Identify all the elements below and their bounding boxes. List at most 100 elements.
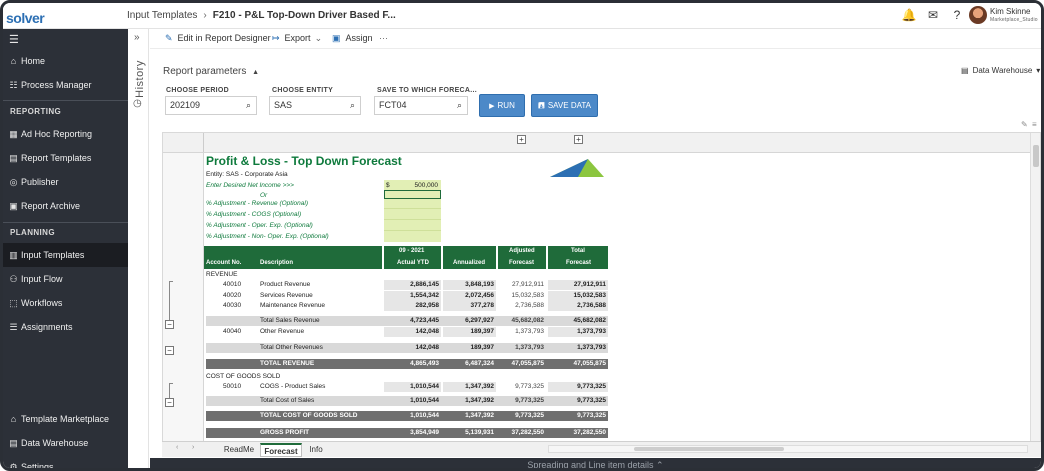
- account-number-cell: 50010: [223, 383, 242, 390]
- sidebar-item-report-archive[interactable]: ▣ Report Archive: [3, 194, 128, 218]
- save-to-field[interactable]: FCT04 ⌕: [374, 96, 468, 115]
- tab-nav-first-icon[interactable]: ‹: [176, 444, 178, 451]
- export-button[interactable]: ↦ Export ⌄: [272, 33, 322, 44]
- annualized-cell: 189,397: [470, 344, 495, 351]
- search-icon[interactable]: ⌕: [350, 97, 355, 114]
- run-button[interactable]: ▶ RUN: [479, 94, 525, 117]
- help-icon[interactable]: ?: [949, 7, 965, 23]
- data-warehouse-selector[interactable]: ▤ Data Warehouse ▾: [961, 66, 1040, 75]
- edit-in-designer-button[interactable]: ✎ Edit in Report Designer: [165, 33, 271, 44]
- prompt-adj-nonopex: % Adjustment - Non- Oper. Exp. (Optional…: [206, 233, 329, 240]
- sidebar-item-home[interactable]: ⌂ Home: [3, 49, 128, 73]
- sidebar-item-settings[interactable]: ⚙ Settings: [3, 455, 128, 468]
- details-footer-bar[interactable]: Spreading and Line item details ⌃: [150, 458, 1041, 470]
- adj-opex-input[interactable]: [384, 221, 441, 231]
- sidebar-item-data-warehouse[interactable]: ▤ Data Warehouse: [3, 431, 128, 455]
- expand-column-icon[interactable]: +: [574, 135, 583, 144]
- breadcrumb-parent[interactable]: Input Templates: [127, 10, 197, 21]
- sidebar-divider: [3, 100, 128, 101]
- collapse-group-icon[interactable]: −: [165, 320, 174, 329]
- entity-field[interactable]: SAS ⌕: [269, 96, 361, 115]
- chevron-up-icon: ⌃: [656, 460, 664, 470]
- adj-revenue-input[interactable]: [384, 199, 441, 209]
- actual-ytd-cell: 1,010,544: [410, 383, 439, 390]
- expand-column-icon[interactable]: +: [517, 135, 526, 144]
- edit-sheet-icon[interactable]: ✎: [1021, 120, 1028, 129]
- adjusted-forecast-cell[interactable]: 9,773,325: [498, 412, 544, 419]
- adjusted-forecast-cell[interactable]: 1,373,793: [498, 344, 544, 351]
- more-button[interactable]: ···: [379, 33, 388, 43]
- grid-options-icon[interactable]: ≡: [1032, 120, 1037, 129]
- sidebar-item-publisher[interactable]: ◎ Publisher: [3, 170, 128, 194]
- clock-icon[interactable]: ◷: [133, 98, 142, 109]
- pencil-icon: ✎: [165, 33, 173, 43]
- search-icon[interactable]: ⌕: [246, 97, 251, 114]
- period-label: CHOOSE PERIOD: [166, 87, 230, 94]
- sidebar-section-planning: PLANNING: [10, 228, 55, 237]
- collapse-group-icon[interactable]: −: [165, 346, 174, 355]
- hamburger-icon[interactable]: ☰: [9, 33, 19, 46]
- export-icon: ↦: [272, 33, 280, 43]
- sidebar-item-input-flow[interactable]: ⚇ Input Flow: [3, 267, 128, 291]
- user-name[interactable]: Kim Skinne: [990, 7, 1040, 16]
- horizontal-scrollbar[interactable]: [548, 445, 1028, 453]
- adjusted-forecast-cell[interactable]: 47,055,875: [498, 360, 544, 367]
- sidebar-item-input-templates[interactable]: ▥ Input Templates: [3, 243, 128, 267]
- tab-readme[interactable]: ReadMe: [216, 443, 262, 457]
- actual-ytd-cell: 1,010,544: [410, 397, 439, 404]
- tab-nav-next-icon[interactable]: ›: [192, 444, 194, 451]
- description-cell: TOTAL REVENUE: [260, 360, 315, 367]
- adjusted-forecast-cell[interactable]: 45,682,082: [498, 317, 544, 324]
- selected-cell[interactable]: [384, 190, 441, 199]
- total-forecast-cell: 47,055,875: [573, 360, 606, 367]
- app-window: solver Input Templates › F210 - P&L Top-Do…: [0, 0, 1044, 471]
- report-title: Profit & Loss - Top Down Forecast: [206, 154, 402, 168]
- save-data-button[interactable]: 🖪 SAVE DATA: [531, 94, 598, 117]
- adj-nonopex-input[interactable]: [384, 232, 441, 242]
- adjusted-forecast-cell[interactable]: 1,373,793: [498, 328, 544, 335]
- tab-forecast[interactable]: Forecast: [260, 443, 302, 457]
- solver-triangle-logo: [550, 159, 604, 177]
- collapse-group-icon[interactable]: −: [165, 398, 174, 407]
- sidebar-item-template-marketplace[interactable]: ⌂ Template Marketplace: [3, 407, 128, 431]
- total-forecast-cell: 9,773,325: [577, 383, 606, 390]
- bell-icon[interactable]: 🔔: [901, 7, 917, 23]
- adjusted-forecast-cell[interactable]: 15,032,583: [498, 292, 544, 299]
- adjusted-forecast-cell[interactable]: 9,773,325: [498, 383, 544, 390]
- database-icon: ▤: [961, 66, 969, 75]
- chat-icon[interactable]: ✉: [925, 7, 941, 23]
- actual-ytd-cell: 282,958: [415, 302, 440, 309]
- avatar[interactable]: [969, 6, 987, 24]
- period-field[interactable]: 202109 ⌕: [165, 96, 257, 115]
- scroll-thumb[interactable]: [1033, 145, 1039, 167]
- header-total-forecast: Forecast: [566, 260, 592, 266]
- sidebar-item-assignments[interactable]: ☰ Assignments: [3, 315, 128, 339]
- assign-button[interactable]: ▣ Assign: [332, 33, 373, 44]
- prompt-adj-opex: % Adjustment - Oper. Exp. (Optional): [206, 222, 313, 229]
- search-icon[interactable]: ⌕: [457, 97, 462, 114]
- logo-text: solver: [6, 10, 45, 26]
- marketplace-icon: ⌂: [10, 414, 17, 424]
- report-parameters-toggle[interactable]: Report parameters ▲: [163, 66, 259, 77]
- expand-chevron-icon[interactable]: »: [134, 32, 140, 43]
- sidebar-item-workflows[interactable]: ⬚ Workflows: [3, 291, 128, 315]
- adjusted-forecast-cell[interactable]: 27,912,911: [498, 281, 544, 288]
- adjusted-forecast-cell[interactable]: 9,773,325: [498, 397, 544, 404]
- solver-logo[interactable]: solver: [6, 5, 58, 27]
- assignments-icon: ☰: [9, 322, 18, 332]
- adj-cogs-input[interactable]: [384, 210, 441, 220]
- header-adjusted-forecast: Forecast: [509, 260, 535, 266]
- header-annualized: Annualized: [453, 260, 486, 266]
- net-income-input[interactable]: 500,000: [395, 182, 439, 189]
- vertical-scrollbar[interactable]: [1030, 133, 1040, 443]
- adjusted-forecast-cell[interactable]: 2,736,588: [498, 302, 544, 309]
- scroll-thumb[interactable]: [634, 447, 784, 451]
- sidebar-item-ad-hoc-reporting[interactable]: ▦ Ad Hoc Reporting: [3, 122, 128, 146]
- adjusted-forecast-cell[interactable]: 37,282,550: [498, 429, 544, 436]
- tab-info[interactable]: Info: [302, 443, 330, 457]
- sidebar-item-report-templates[interactable]: ▤ Report Templates: [3, 146, 128, 170]
- header-total: Total: [571, 248, 585, 254]
- sidebar-item-process-manager[interactable]: ☷ Process Manager: [3, 73, 128, 97]
- description-cell: Total Other Revenues: [260, 344, 323, 351]
- net-income-currency: $: [386, 182, 390, 189]
